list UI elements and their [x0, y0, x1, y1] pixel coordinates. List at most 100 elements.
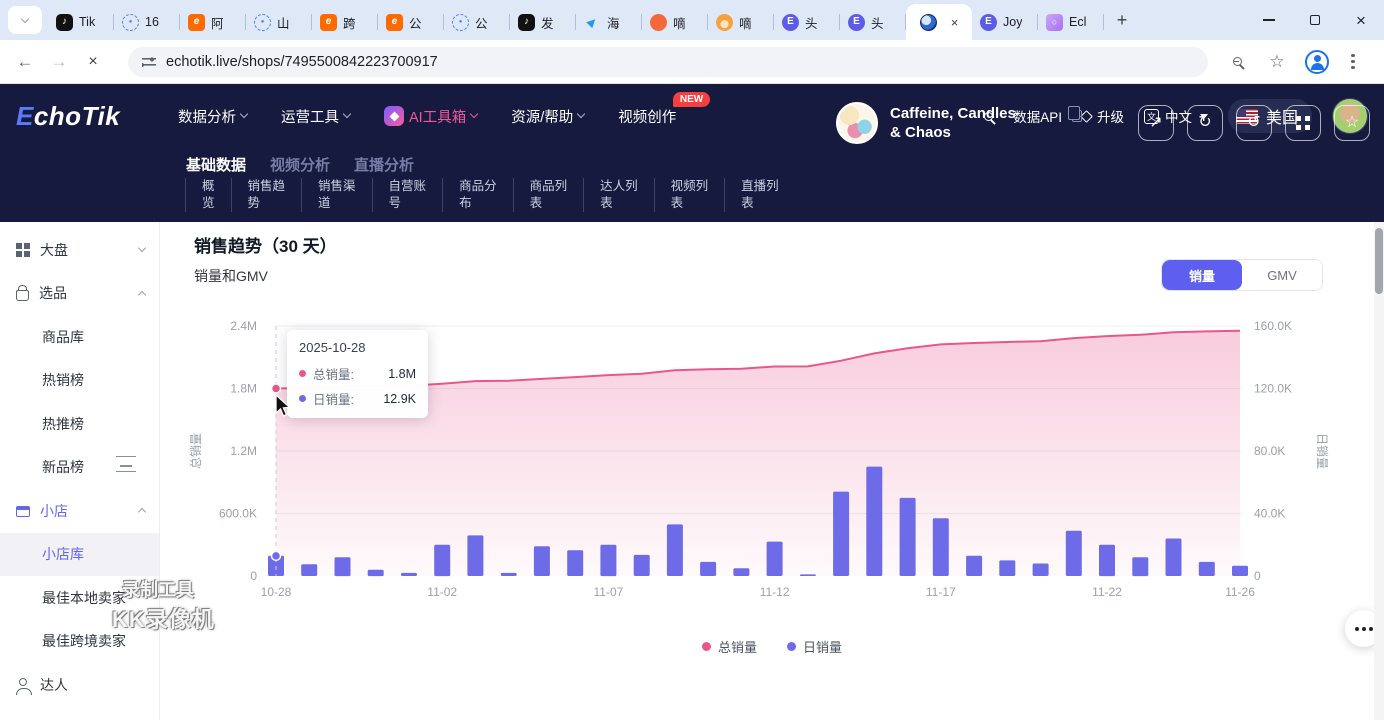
browser-tab[interactable]: E Joy [972, 4, 1038, 40]
svg-text:600.0K: 600.0K [219, 507, 257, 521]
subnav-tab[interactable]: 基础数据 [186, 154, 246, 175]
bookmark-star-icon: ☆ [1269, 52, 1284, 72]
window-minimize-button[interactable] [1246, 0, 1292, 40]
browser-tab[interactable]: E 头 [840, 4, 906, 40]
back-button[interactable]: ← [8, 45, 42, 79]
sync-icon[interactable]: ↻ [1187, 105, 1223, 141]
sidebar-item[interactable]: 商品库 [0, 315, 159, 359]
sidebar-item[interactable]: 最佳本地卖家 [0, 576, 159, 620]
chevron-down-icon [240, 110, 248, 118]
site-settings-icon[interactable] [142, 56, 156, 68]
favicon-globe-icon [920, 14, 937, 31]
nav-data-analysis[interactable]: 数据分析 [178, 106, 247, 127]
nav-ai-toolbox[interactable]: AI工具箱 [384, 106, 477, 127]
page-scrollbar[interactable] [1374, 222, 1384, 720]
sidebar-item-label: 选品 [39, 283, 129, 303]
sidebar-item[interactable]: 小店库 [0, 533, 159, 577]
sidebar-item-label: 商品库 [42, 327, 145, 347]
subnav-item[interactable]: 视频列表 [654, 178, 725, 212]
window-restore-button[interactable] [1292, 0, 1338, 40]
browser-tab[interactable]: 嘀 [708, 4, 774, 40]
tab-title: 公 [409, 13, 422, 32]
toggle-sales-button[interactable]: 销量 [1162, 260, 1242, 290]
subnav-item[interactable]: 销售渠道 [301, 178, 372, 212]
sidebar-item[interactable]: 大盘 [0, 228, 159, 272]
subnav-tab[interactable]: 视频分析 [270, 154, 330, 175]
subnav-items: 概览 销售趋势 销售渠道 自营账号 商品分布 商品列表 达人列表 视频列表 直播… [185, 178, 795, 212]
stop-loading-button[interactable]: × [76, 45, 110, 79]
browser-tab[interactable]: ● 公 [444, 4, 510, 40]
zoom-button[interactable] [1222, 47, 1252, 77]
sidebar-item[interactable]: 小店 [0, 489, 159, 533]
sidebar-item-label: 小店库 [42, 544, 145, 564]
window-close-button[interactable]: × [1338, 0, 1384, 40]
subnav-item[interactable]: 达人列表 [583, 178, 654, 212]
browser-tab[interactable]: ▶ 海 [576, 4, 642, 40]
tooltip-row: 日销量: 12.9K [299, 389, 416, 408]
browser-toolbar: ← → × echotik.live/shops/749550084222370… [0, 40, 1384, 84]
browser-tab[interactable]: e 跨 [312, 4, 378, 40]
browser-tabs: ♪ Tik ● 16 e 阿 ● 山 e [48, 0, 1104, 40]
svg-text:11-02: 11-02 [427, 585, 457, 599]
tab-title: Ecl [1069, 15, 1086, 29]
mouse-cursor [274, 394, 296, 418]
url-text[interactable]: echotik.live/shops/7495500842223700917 [166, 54, 438, 70]
svg-text:11-26: 11-26 [1225, 585, 1255, 599]
subnav-item[interactable]: 自营账号 [372, 178, 443, 212]
legend-dot-icon [787, 642, 796, 651]
subnav-item[interactable]: 商品列表 [513, 178, 584, 212]
nav-video-creation[interactable]: 视频创作NEW [618, 106, 676, 127]
sidebar-item[interactable]: 热推榜 [0, 402, 159, 446]
browser-tab[interactable]: E 头 [774, 4, 840, 40]
tab-search-button[interactable] [8, 6, 42, 34]
nav-resources-help[interactable]: 资源/帮助 [511, 106, 584, 127]
toolbar-actions: ☆ [1222, 47, 1372, 77]
browser-tab[interactable]: ○ Ecl [1038, 4, 1104, 40]
subnav-item[interactable]: 直播列表 [724, 178, 795, 212]
sidebar-item-label: 最佳跨境卖家 [42, 631, 145, 651]
sidebar-item[interactable]: 选品 [0, 272, 159, 316]
sidebar-collapse-button[interactable] [116, 456, 136, 472]
qr-grid-icon[interactable] [1285, 105, 1321, 141]
legend-item[interactable]: 总销量 [702, 637, 757, 656]
forward-button[interactable]: → [42, 45, 76, 79]
svg-text:总销量: 总销量 [189, 433, 203, 469]
subnav-tab[interactable]: 直播分析 [354, 154, 414, 175]
sidebar-item[interactable]: 热销榜 [0, 359, 159, 403]
browser-tab[interactable]: ● 山 [246, 4, 312, 40]
scrollbar-thumb[interactable] [1375, 228, 1383, 294]
browser-tab[interactable]: × [906, 4, 972, 40]
shop-actions: ↗ ↻ ↺ ☆ [1138, 105, 1370, 141]
site-header: EchoTik 数据分析 运营工具 AI工具箱 资源/帮助 视频创作NEW 数据… [0, 84, 1384, 222]
history-icon[interactable]: ↺ [1236, 105, 1272, 141]
toggle-gmv-button[interactable]: GMV [1242, 260, 1322, 290]
echotik-logo[interactable]: EchoTik [16, 101, 166, 132]
browser-tab[interactable]: ♪ Tik [48, 4, 114, 40]
bookmark-button[interactable]: ☆ [1262, 47, 1292, 77]
svg-text:120.0K: 120.0K [1254, 382, 1292, 396]
browser-tab[interactable]: ♪ 发 [510, 4, 576, 40]
subnav-item[interactable]: 商品分布 [442, 178, 513, 212]
tab-title: 公 [475, 13, 488, 32]
external-link-icon[interactable]: ↗ [1138, 105, 1174, 141]
sidebar-item[interactable]: 达人 [0, 663, 159, 707]
subnav-item[interactable]: 概览 [185, 178, 231, 212]
tab-close-icon[interactable]: × [951, 15, 959, 30]
favorite-star-icon[interactable]: ☆ [1334, 105, 1370, 141]
address-bar[interactable]: echotik.live/shops/7495500842223700917 [128, 47, 1208, 77]
copy-icon[interactable] [1072, 110, 1082, 122]
browser-tab[interactable]: e 阿 [180, 4, 246, 40]
browser-menu-button[interactable] [1342, 47, 1372, 77]
chevron-down-icon [343, 110, 351, 118]
legend-item[interactable]: 日销量 [787, 637, 842, 656]
browser-tab[interactable]: 嘀 [642, 4, 708, 40]
sub-nav-row: 基础数据 视频分析 直播分析 概览 销售趋势 销售渠道 自营账号 商品分布 商品列表… [0, 148, 1384, 222]
new-tab-button[interactable]: + [1108, 6, 1136, 34]
browser-profile-button[interactable] [1302, 47, 1332, 77]
tab-title: 山 [277, 13, 290, 32]
sidebar-item[interactable]: 最佳跨境卖家 [0, 620, 159, 664]
browser-tab[interactable]: ● 16 [114, 4, 180, 40]
nav-operation-tools[interactable]: 运营工具 [281, 106, 350, 127]
browser-tab[interactable]: e 公 [378, 4, 444, 40]
subnav-item[interactable]: 销售趋势 [231, 178, 302, 212]
